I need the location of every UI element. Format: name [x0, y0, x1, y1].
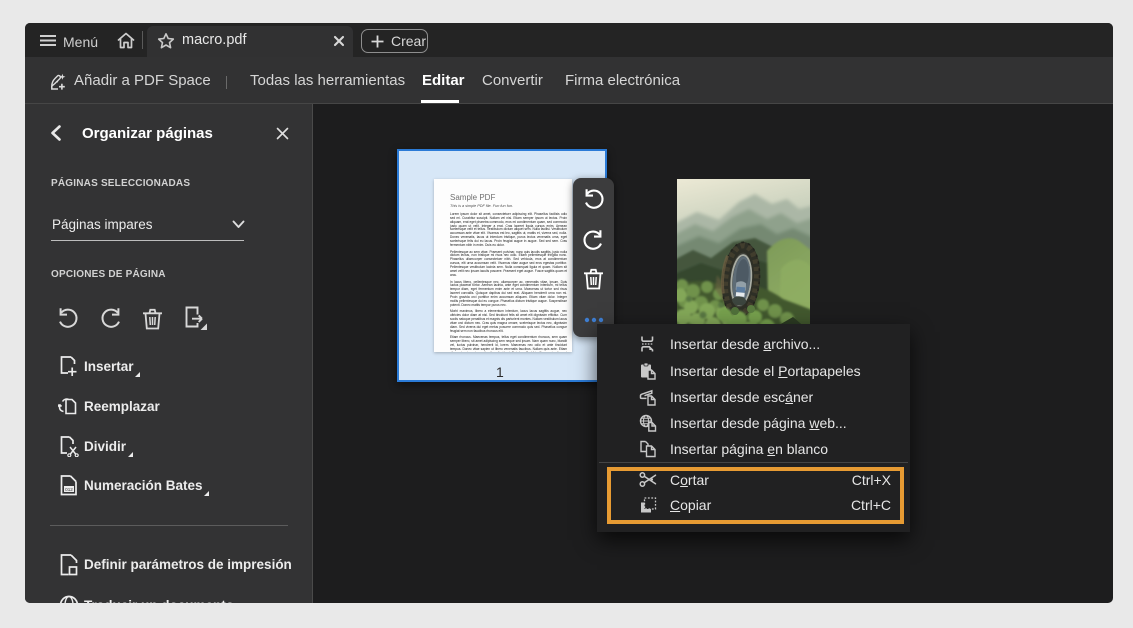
svg-text:012: 012 [65, 487, 73, 492]
